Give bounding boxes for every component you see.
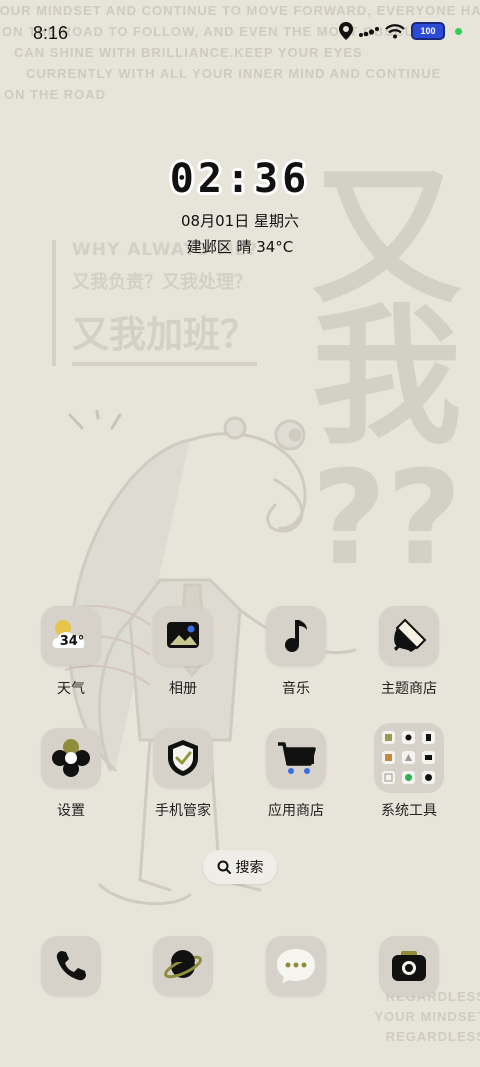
clock-widget-weather: 建邺区 晴 34°C bbox=[186, 238, 294, 256]
app-label: 天气 bbox=[57, 681, 85, 697]
app-gallery[interactable]: 相册 bbox=[138, 606, 228, 698]
app-label: 音乐 bbox=[282, 681, 310, 697]
search-label: 搜索 bbox=[235, 860, 264, 876]
wifi-icon bbox=[385, 23, 405, 38]
wallpaper-bottom-text: REGARDLESS YOUR MINDSET REGARDLESS bbox=[374, 987, 480, 1047]
clock-widget-time[interactable]: 02:36 bbox=[0, 156, 480, 202]
dock-browser[interactable] bbox=[153, 936, 213, 996]
folder-mini-app-icon bbox=[382, 731, 395, 744]
app-weather[interactable]: 34° 天气 bbox=[26, 606, 116, 698]
folder-mini-app-icon bbox=[402, 771, 415, 784]
wallpaper-quote: WHY ALWAYS ME? 又我负责？又我处理？ 又我加班？ bbox=[52, 240, 258, 366]
camera-icon bbox=[392, 951, 426, 981]
theme-brush-icon bbox=[379, 606, 439, 666]
status-icons: 100 bbox=[339, 22, 462, 40]
wallpaper-line: REGARDLESS bbox=[385, 1029, 480, 1044]
cart-icon bbox=[266, 728, 326, 788]
settings-flower-icon bbox=[41, 728, 101, 788]
folder-mini-app-icon bbox=[402, 751, 415, 764]
app-label: 应用商店 bbox=[268, 803, 324, 819]
app-label: 相册 bbox=[169, 681, 197, 697]
weather-icon: 34° bbox=[41, 606, 101, 666]
app-music[interactable]: 音乐 bbox=[251, 606, 341, 698]
wallpaper-quote-cn2: 又我加班？ bbox=[72, 304, 257, 366]
app-label: 主题商店 bbox=[381, 681, 437, 697]
folder-mini-app-icon bbox=[402, 731, 415, 744]
search-icon bbox=[217, 860, 231, 874]
shield-check-icon bbox=[153, 728, 213, 788]
app-app-store[interactable]: 应用商店 bbox=[251, 728, 341, 820]
folder-mini-app-icon bbox=[422, 771, 435, 784]
gallery-icon bbox=[153, 606, 213, 666]
wallpaper-quote-cn1: 又我负责？又我处理？ bbox=[72, 272, 252, 293]
phone-icon bbox=[56, 951, 86, 981]
app-label: 手机管家 bbox=[155, 803, 211, 819]
app-label: 系统工具 bbox=[381, 803, 437, 819]
clock-widget-date: 08月01日 星期六 bbox=[181, 212, 299, 230]
wallpaper-line: ON THE ROAD bbox=[4, 87, 106, 102]
search-button[interactable]: 搜索 bbox=[203, 850, 277, 884]
browser-planet-icon bbox=[164, 950, 202, 979]
app-label: 设置 bbox=[57, 803, 85, 819]
dock-phone[interactable] bbox=[41, 936, 101, 996]
app-system-tools-folder[interactable]: 系统工具 bbox=[364, 723, 454, 820]
app-phone-manager[interactable]: 手机管家 bbox=[138, 728, 228, 820]
messages-icon bbox=[277, 949, 315, 983]
wallpaper-line: YOUR MINDSET bbox=[374, 1009, 480, 1024]
active-dot-icon bbox=[455, 27, 462, 35]
location-icon bbox=[339, 22, 353, 40]
weather-temp-badge: 34° bbox=[60, 634, 85, 649]
music-icon bbox=[266, 606, 326, 666]
folder-mini-app-icon bbox=[382, 751, 395, 764]
dock-messages[interactable] bbox=[266, 936, 326, 996]
signal-icon bbox=[359, 27, 379, 37]
folder-mini-app-icon bbox=[422, 731, 435, 744]
dock-camera[interactable] bbox=[379, 936, 439, 996]
app-settings[interactable]: 设置 bbox=[26, 728, 116, 820]
status-time: 8:16 bbox=[33, 23, 69, 43]
battery-icon: 100 bbox=[411, 22, 445, 40]
app-theme-store[interactable]: 主题商店 bbox=[364, 606, 454, 698]
status-bar: 8:16 100 bbox=[0, 0, 480, 70]
folder-mini-app-icon bbox=[382, 771, 395, 784]
folder-mini-app-icon bbox=[422, 751, 435, 764]
folder-icon bbox=[374, 723, 444, 793]
